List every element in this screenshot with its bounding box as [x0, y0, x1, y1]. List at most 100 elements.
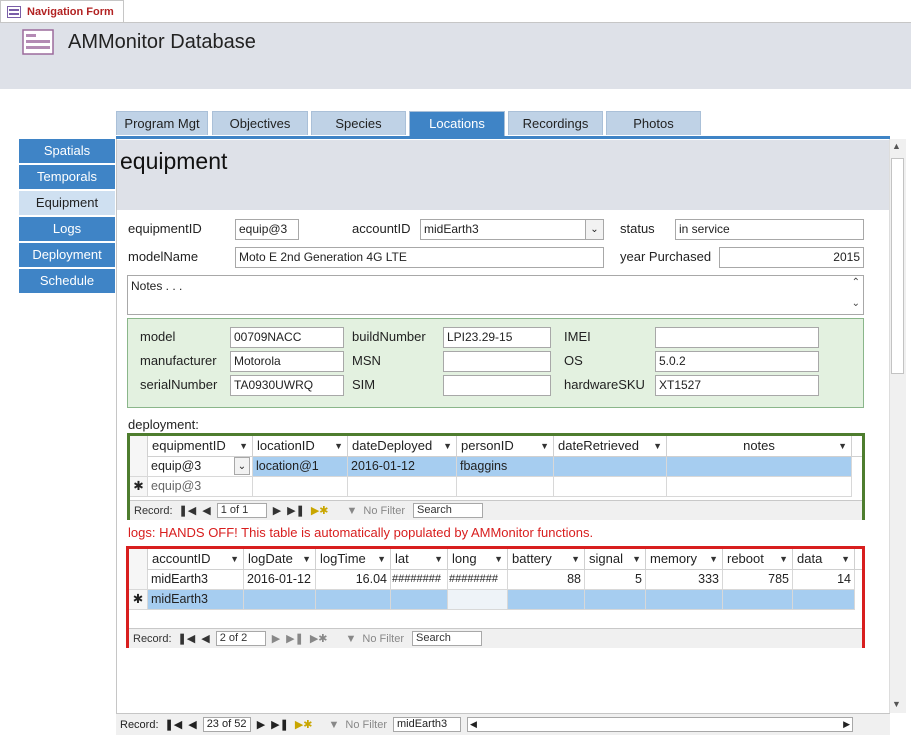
column-header[interactable]: equipmentID ▼ — [148, 436, 253, 457]
previous-record-icon[interactable]: ◀ — [201, 632, 209, 645]
table-cell[interactable] — [667, 457, 852, 477]
table-cell[interactable] — [508, 590, 585, 610]
modelName-field[interactable]: Moto E 2nd Generation 4G LTE — [235, 247, 604, 268]
no-filter-label[interactable]: No Filter — [362, 633, 404, 645]
no-filter-label[interactable]: No Filter — [345, 719, 387, 731]
sort-arrow-icon[interactable]: ▼ — [443, 436, 452, 457]
chevron-down-icon[interactable]: ⌄ — [585, 220, 603, 239]
new-record-icon[interactable]: ▶✱ — [295, 718, 313, 731]
column-header[interactable]: reboot ▼ — [723, 549, 793, 570]
column-header[interactable]: logTime ▼ — [316, 549, 391, 570]
accountID-combo[interactable]: midEarth3 ⌄ — [420, 219, 604, 240]
column-header[interactable]: personID ▼ — [457, 436, 554, 457]
last-record-icon[interactable]: ▶❚ — [271, 718, 289, 731]
table-cell[interactable] — [457, 477, 554, 497]
nav-button-logs[interactable]: Logs — [19, 217, 115, 241]
table-cell[interactable] — [585, 590, 646, 610]
sort-arrow-icon[interactable]: ▼ — [377, 549, 386, 570]
tab-objectives[interactable]: Objectives — [212, 111, 308, 135]
document-tab[interactable]: Navigation Form — [0, 0, 124, 22]
column-header[interactable]: long ▼ — [448, 549, 508, 570]
buildNumber-field[interactable]: LPI23.29-15 — [443, 327, 551, 348]
tab-photos[interactable]: Photos — [606, 111, 701, 135]
row-selector[interactable] — [129, 570, 148, 590]
table-row[interactable]: midEarth3 2016-01-12 16.04 ######## ####… — [129, 570, 855, 590]
filter-icon[interactable]: ▼ — [347, 505, 358, 517]
next-record-icon[interactable]: ▶ — [273, 504, 281, 517]
tab-species[interactable]: Species — [311, 111, 406, 135]
column-header[interactable]: data ▼ — [793, 549, 855, 570]
imei-field[interactable] — [655, 327, 819, 348]
nav-button-deployment[interactable]: Deployment — [19, 243, 115, 267]
search-input[interactable]: Search — [411, 631, 482, 646]
nav-button-schedule[interactable]: Schedule — [19, 269, 115, 293]
table-cell[interactable]: 2016-01-12 — [244, 570, 316, 590]
column-header[interactable]: locationID ▼ — [253, 436, 348, 457]
scrollbar-thumb[interactable] — [891, 158, 904, 374]
tab-locations[interactable]: Locations — [409, 111, 505, 137]
status-field[interactable]: in service — [675, 219, 864, 240]
table-cell[interactable] — [667, 477, 852, 497]
first-record-icon[interactable]: ❚◀ — [165, 718, 183, 731]
table-cell[interactable] — [448, 590, 508, 610]
column-header[interactable]: dateDeployed ▼ — [348, 436, 457, 457]
nav-button-spatials[interactable]: Spatials — [19, 139, 115, 163]
horizontal-scrollbar[interactable]: ◀ ▶ — [466, 717, 853, 732]
table-cell[interactable]: equip@3 — [148, 477, 253, 497]
new-record-row[interactable]: ✱ midEarth3 — [129, 590, 855, 610]
filter-icon[interactable]: ▼ — [329, 719, 340, 731]
table-cell[interactable] — [646, 590, 723, 610]
chevron-down-icon[interactable]: ⌄ — [234, 457, 250, 475]
scroll-up-arrow-icon[interactable]: ▲ — [892, 141, 901, 151]
sort-arrow-icon[interactable]: ▼ — [841, 549, 850, 570]
new-record-icon[interactable]: ▶✱ — [310, 632, 328, 645]
nav-button-equipment[interactable]: Equipment — [19, 191, 115, 215]
table-cell[interactable]: ######## — [391, 570, 448, 590]
no-filter-label[interactable]: No Filter — [363, 505, 405, 517]
column-header[interactable]: logDate ▼ — [244, 549, 316, 570]
table-cell[interactable]: midEarth3 — [148, 590, 244, 610]
table-cell[interactable] — [391, 590, 448, 610]
sort-arrow-icon[interactable]: ▼ — [302, 549, 311, 570]
table-cell[interactable] — [554, 457, 667, 477]
year-purchased-field[interactable]: 2015 — [719, 247, 864, 268]
serialNumber-field[interactable]: TA0930UWRQ — [230, 375, 344, 396]
table-cell[interactable] — [723, 590, 793, 610]
next-record-icon[interactable]: ▶ — [272, 632, 280, 645]
first-record-icon[interactable]: ❚◀ — [178, 632, 196, 645]
nav-button-temporals[interactable]: Temporals — [19, 165, 115, 189]
hardwareSKU-field[interactable]: XT1527 — [655, 375, 819, 396]
previous-record-icon[interactable]: ◀ — [202, 504, 210, 517]
column-header[interactable]: battery ▼ — [508, 549, 585, 570]
record-position-field[interactable]: 23 of 52 — [202, 717, 251, 732]
last-record-icon[interactable]: ▶❚ — [286, 632, 304, 645]
table-cell[interactable] — [554, 477, 667, 497]
column-header[interactable]: signal ▼ — [585, 549, 646, 570]
table-row[interactable]: equip@3 ⌄ location@1 2016-01-12 fbaggins — [130, 457, 852, 477]
column-header[interactable]: memory ▼ — [646, 549, 723, 570]
sort-arrow-icon[interactable]: ▼ — [709, 549, 718, 570]
record-position-field[interactable]: 1 of 1 — [216, 503, 267, 518]
table-cell[interactable] — [316, 590, 391, 610]
table-cell[interactable]: midEarth3 — [148, 570, 244, 590]
table-cell[interactable]: 333 — [646, 570, 723, 590]
table-cell[interactable]: ######## — [448, 570, 508, 590]
sort-arrow-icon[interactable]: ▼ — [540, 436, 549, 457]
filter-icon[interactable]: ▼ — [346, 633, 357, 645]
table-cell[interactable] — [244, 590, 316, 610]
sort-arrow-icon[interactable]: ▼ — [494, 549, 503, 570]
msn-field[interactable] — [443, 351, 551, 372]
os-field[interactable]: 5.0.2 — [655, 351, 819, 372]
previous-record-icon[interactable]: ◀ — [188, 718, 196, 731]
scroll-down-arrow-icon[interactable]: ▼ — [892, 699, 901, 709]
table-cell[interactable]: location@1 — [253, 457, 348, 477]
new-record-row[interactable]: ✱ equip@3 — [130, 477, 852, 497]
sort-arrow-icon[interactable]: ▼ — [632, 549, 641, 570]
notes-textarea[interactable]: Notes . . . ⌃ ⌄ — [127, 275, 864, 315]
table-cell[interactable] — [253, 477, 348, 497]
sort-arrow-icon[interactable]: ▼ — [334, 436, 343, 457]
scroll-up-icon[interactable]: ⌃ — [852, 277, 860, 288]
table-cell[interactable]: 14 — [793, 570, 855, 590]
tab-recordings[interactable]: Recordings — [508, 111, 603, 135]
record-position-field[interactable]: 2 of 2 — [215, 631, 266, 646]
